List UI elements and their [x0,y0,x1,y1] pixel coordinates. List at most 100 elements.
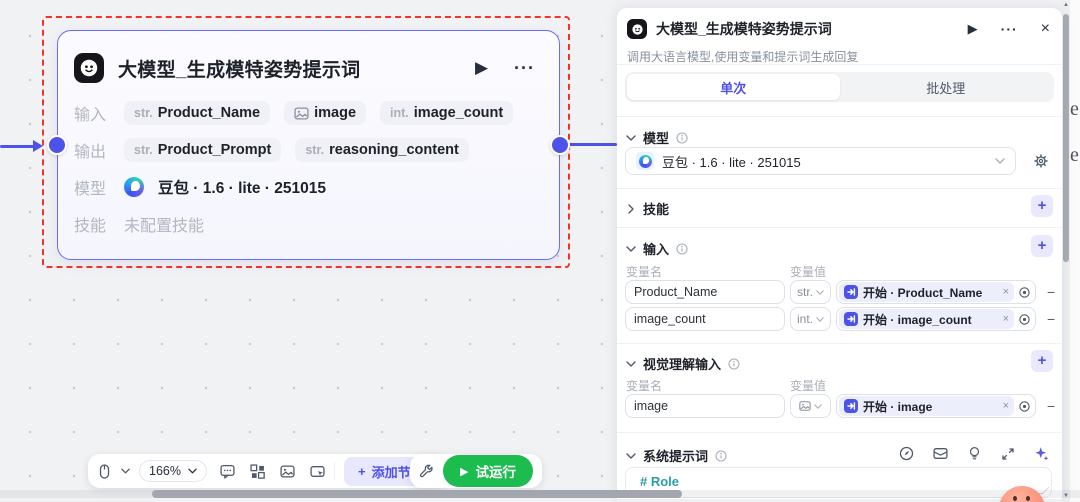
collapse-icon [626,452,636,459]
node-output-row: 输出 str. Product_Prompt str. reasoning_co… [74,136,543,164]
variable-name-input[interactable]: Product_Name [625,280,785,304]
panel-run-icon[interactable]: ▶ [968,21,978,37]
scroll-up-arrow-icon[interactable]: ▲ [1063,2,1069,8]
doubao-logo-icon [124,177,144,197]
prompt-content: # Role [640,474,680,489]
panel-title: 大模型_生成模特姿势提示词 [656,21,832,37]
variable-name-input[interactable]: image [625,394,785,418]
panel-header: 大模型_生成模特姿势提示词 ▶ ··· × [627,19,1050,39]
run-toolbar: ▶ 试运行 [410,454,542,488]
node-input-port[interactable] [47,135,67,155]
horizontal-scrollbar-thumb[interactable] [152,490,682,498]
image-type-icon [294,106,309,121]
test-run-button[interactable]: ▶ 试运行 [443,455,533,487]
node-skill-row: 技能 未配置技能 [74,218,205,235]
node-model-row: 模型 豆包 · 1.6 · lite · 251015 [74,173,543,201]
skill-section-header[interactable]: 技能 [626,199,669,218]
lightbulb-icon[interactable] [967,446,982,461]
close-icon[interactable]: × [1041,20,1050,38]
llm-node-icon-small [627,19,647,39]
variable-ref-chip[interactable]: 开始 · image × [839,396,1014,416]
input-row: Product_Name str. 开始 · Product_Name × − [625,280,1055,304]
input-tag: str. Product_Name [124,101,271,125]
outgoing-edge [568,143,617,146]
remove-row-icon[interactable]: − [1047,284,1055,300]
panel-subtitle: 调用大语言模型,使用变量和提示词生成回复 [627,50,859,64]
output-tag: str. reasoning_content [295,138,469,162]
zoom-level: 166% [149,464,181,478]
model-settings-gear-icon[interactable] [1033,153,1049,169]
info-icon [676,131,688,144]
clear-ref-icon[interactable]: × [1003,313,1009,325]
chevron-down-icon [995,158,1005,164]
locate-target-icon[interactable] [1018,400,1031,413]
mouse-mode-chevron-icon[interactable] [121,468,130,474]
type-select[interactable]: str. [790,280,831,304]
variable-name-input[interactable]: image_count [625,307,785,331]
input-row: image_count int. 开始 · image_count × − [625,307,1055,331]
mode-tabs: 单次 批处理 [625,72,1054,102]
vision-section-header[interactable]: 视觉理解输入 [626,354,740,373]
variable-value-field[interactable]: 开始 · image × [836,394,1036,418]
vertical-scrollbar-thumb[interactable] [1063,14,1069,262]
vision-input-row: image 开始 · image × − [625,394,1055,418]
add-vision-input-button[interactable]: + [1031,350,1053,372]
chevron-down-icon [188,468,197,474]
node-output-port[interactable] [550,135,570,155]
info-icon [676,242,688,255]
info-icon [715,449,727,462]
variable-value-field[interactable]: 开始 · Product_Name × [836,280,1036,304]
variable-ref-chip[interactable]: 开始 · image_count × [839,309,1014,329]
image-node-icon[interactable] [280,464,295,479]
input-tag: int. image_count [380,101,514,125]
toolbar-divider [333,462,335,480]
node-config-panel: 大模型_生成模特姿势提示词 ▶ ··· × 调用大语言模型,使用变量和提示词生成… [617,8,1062,502]
zoom-control[interactable]: 166% [139,460,207,482]
expand-icon[interactable] [1001,447,1015,461]
node-input-row: 输入 str. Product_Name image int. image_co… [74,99,543,127]
panel-more-icon[interactable]: ··· [1001,21,1018,37]
add-input-button[interactable]: + [1031,235,1053,257]
model-section-header[interactable]: 模型 [626,128,688,147]
node-title: 大模型_生成模特姿势提示词 [118,59,361,81]
locate-target-icon[interactable] [1018,313,1031,326]
tab-batch[interactable]: 批处理 [840,74,1053,100]
node-run-icon[interactable]: ▶ [475,58,488,78]
locate-target-icon[interactable] [1018,286,1031,299]
start-node-icon [844,399,858,413]
type-select[interactable] [790,394,831,418]
remove-row-icon[interactable]: − [1047,398,1055,414]
blocks-icon[interactable] [250,463,265,479]
model-select[interactable]: 豆包 · 1.6 · lite · 251015 [625,147,1016,175]
frame-select-icon[interactable] [310,464,325,479]
remove-row-icon[interactable]: − [1047,311,1055,327]
prompt-toolbar [899,446,1049,461]
input-tag: image [284,101,367,125]
occluded-content-fragment: e e [1070,0,1080,502]
llm-node-card[interactable]: 大模型_生成模特姿势提示词 ▶ ··· 输入 str. Product_Name… [47,30,570,260]
node-more-icon[interactable]: ··· [514,58,535,79]
clear-ref-icon[interactable]: × [1003,400,1009,412]
compass-icon[interactable] [899,446,914,461]
llm-node-icon [74,53,104,83]
library-inbox-icon[interactable] [933,446,948,461]
collapsed-icon [628,203,634,214]
run-play-icon: ▶ [460,465,469,478]
system-prompt-header[interactable]: 系统提示词 [626,446,727,465]
mouse-mode-icon[interactable] [97,463,112,479]
variable-ref-chip[interactable]: 开始 · Product_Name × [839,282,1014,302]
add-skill-button[interactable]: + [1031,195,1053,217]
comment-icon[interactable] [220,464,235,479]
collapse-icon [626,360,636,367]
clear-ref-icon[interactable]: × [1003,286,1009,298]
mascot-eye [1013,496,1017,501]
collapse-icon [626,134,636,141]
mascot-eye [1026,496,1030,501]
wrench-icon[interactable] [419,464,434,479]
type-select[interactable]: int. [790,307,831,331]
collapse-icon [626,245,636,252]
input-section-header[interactable]: 输入 [626,239,688,258]
ai-sparkle-icon[interactable] [1034,446,1049,461]
tab-single[interactable]: 单次 [627,74,840,100]
variable-value-field[interactable]: 开始 · image_count × [836,307,1036,331]
